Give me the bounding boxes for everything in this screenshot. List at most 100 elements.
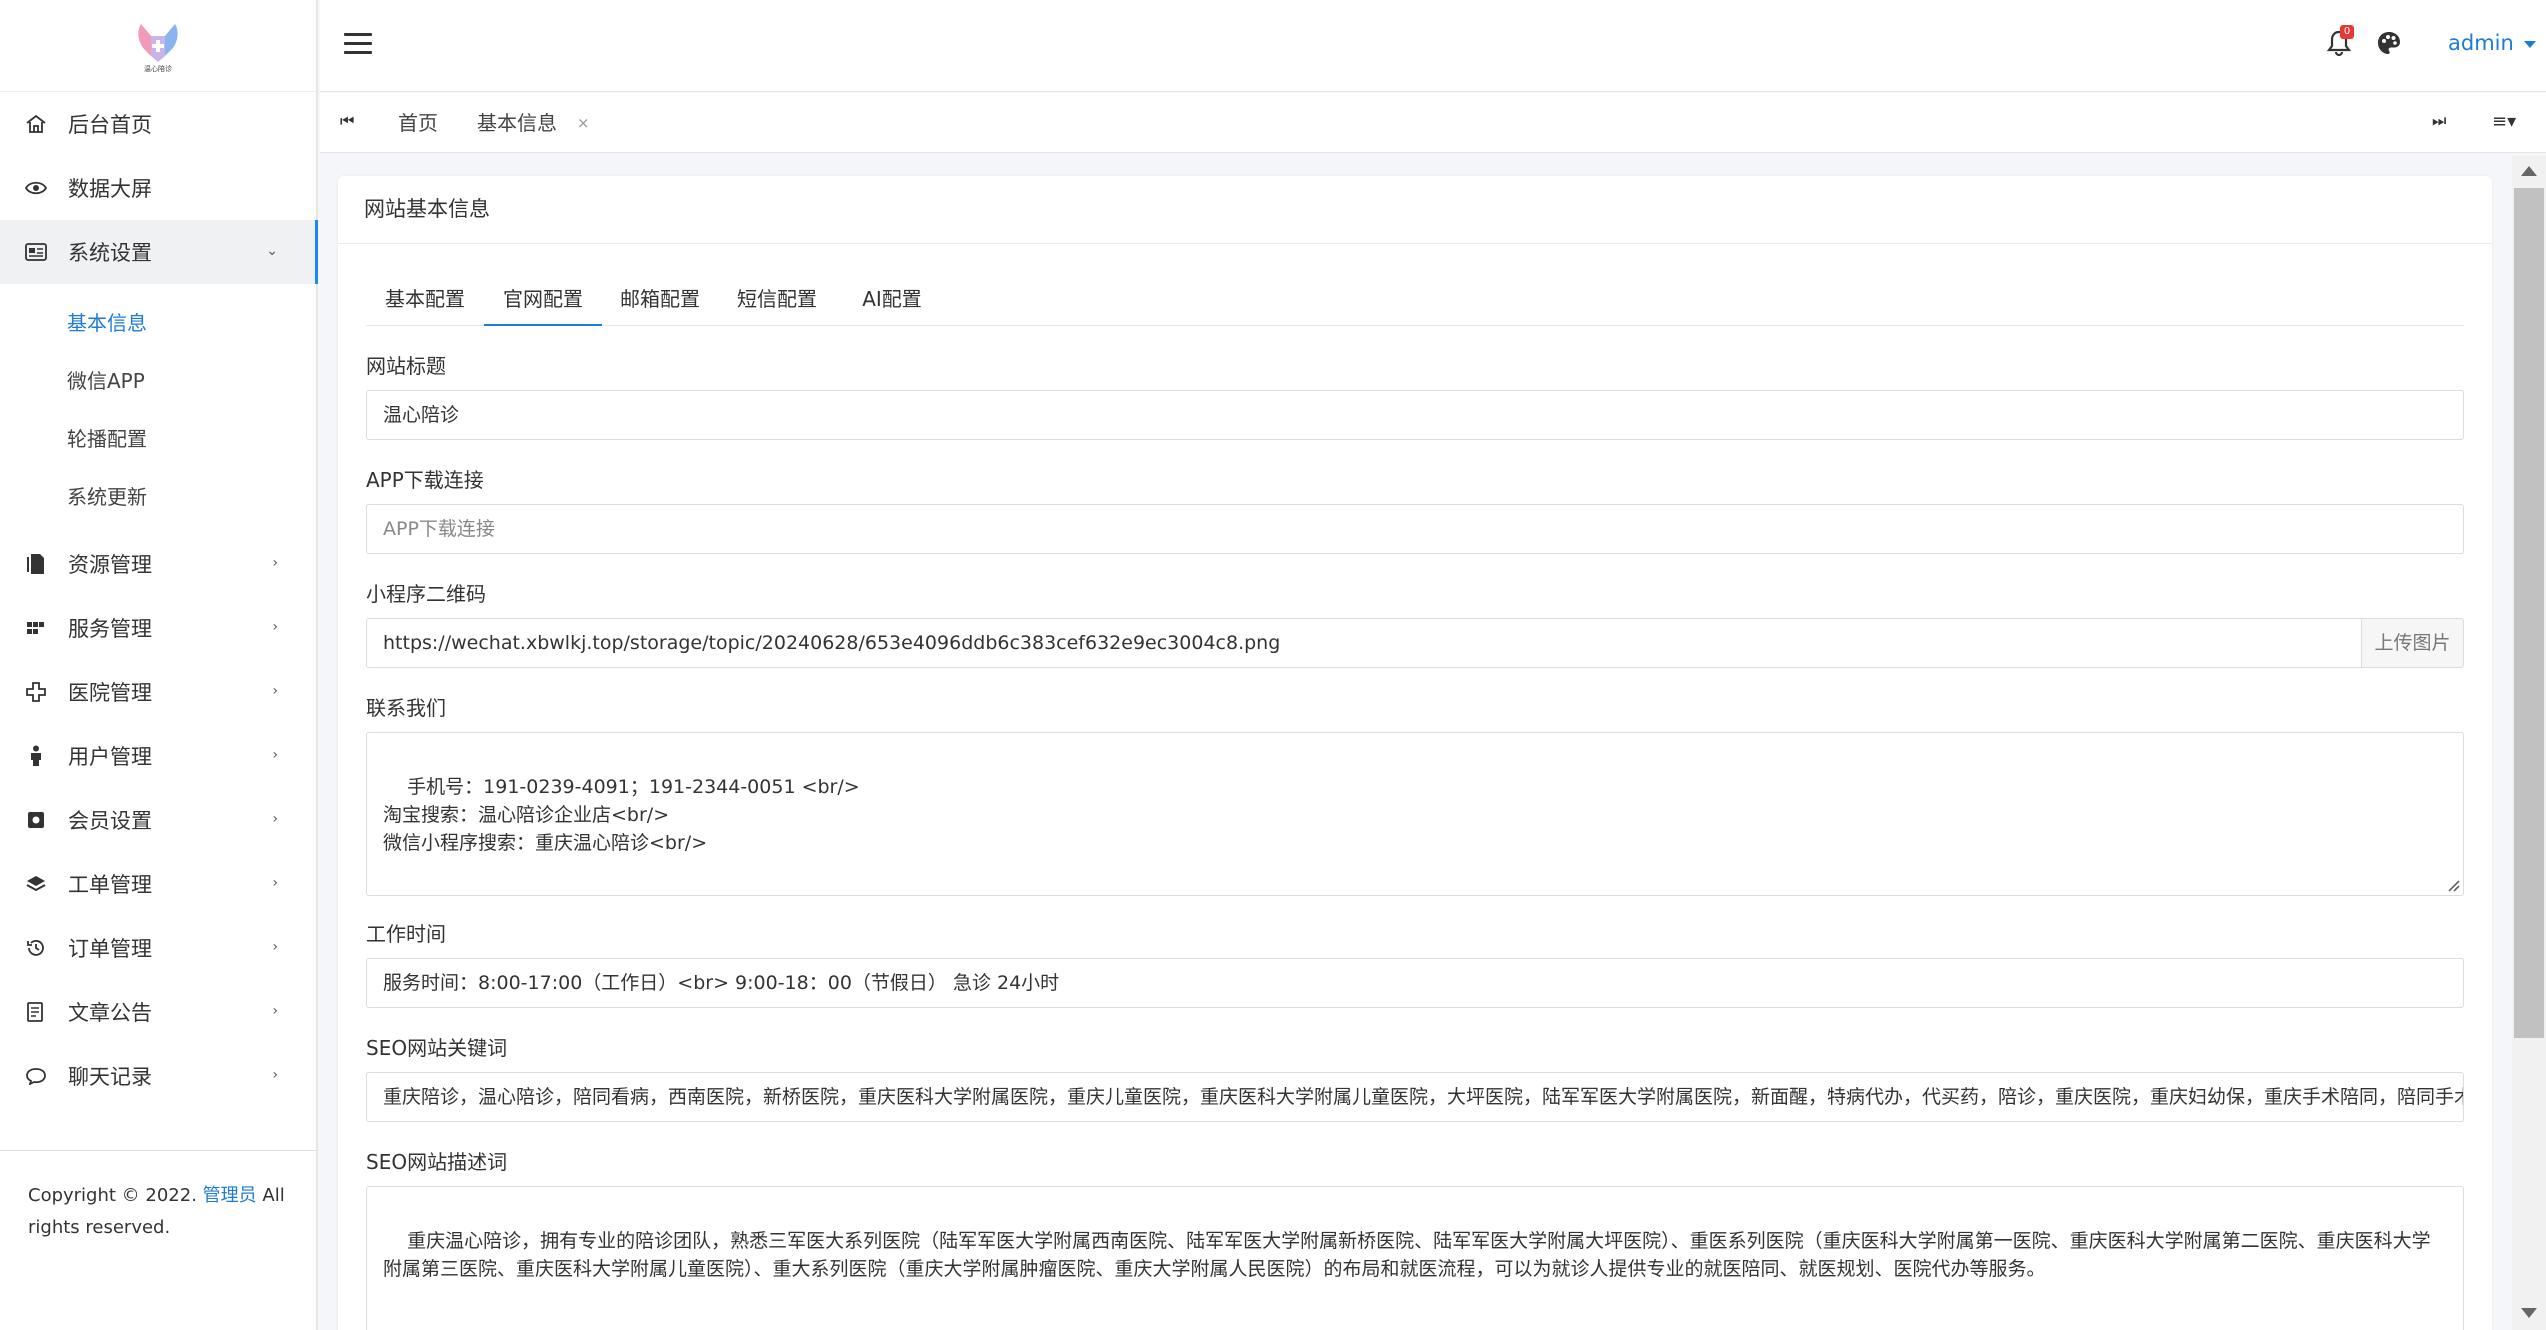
submenu-item-label: 系统更新: [67, 484, 147, 509]
copyright: Copyright © 2022. 管理员 All rights reserve…: [28, 1180, 288, 1244]
plus-icon: [24, 680, 48, 704]
site-title-input[interactable]: 温心陪诊: [366, 390, 2464, 440]
scroll-tabs-left-icon[interactable]: ⏮: [340, 111, 354, 131]
file-icon: [24, 552, 48, 576]
sidebar-item-label: 医院管理: [68, 681, 152, 705]
sidebar-item-label: 订单管理: [68, 937, 152, 961]
scroll-thumb[interactable]: [2514, 188, 2544, 1038]
seo-description-label: SEO网站描述词: [366, 1150, 508, 1174]
user-icon: [24, 744, 48, 768]
form-tabs: 基本配置 官网配置 邮箱配置 短信配置 AI配置: [366, 276, 2464, 326]
sidebar-item-label: 数据大屏: [68, 177, 152, 201]
copyright-link[interactable]: 管理员: [203, 1185, 257, 1206]
seo-description-text: 重庆温心陪诊，拥有专业的陪诊团队，熟悉三军医大系列医院（陆军军医大学附属西南医院…: [383, 1230, 2431, 1280]
sidebar-item-users[interactable]: 用户管理 ›: [0, 724, 316, 788]
user-name: admin: [2448, 31, 2514, 55]
sidebar-item-tickets[interactable]: 工单管理 ›: [0, 852, 316, 916]
logo-icon: 温心陪诊: [138, 23, 178, 72]
chevron-right-icon: ›: [272, 1067, 278, 1084]
sidebar-item-label: 工单管理: [68, 873, 152, 897]
sidebar-item-home[interactable]: 后台首页: [0, 92, 316, 156]
settings-card-icon: [24, 240, 48, 264]
sidebar-item-articles[interactable]: 文章公告 ›: [0, 980, 316, 1044]
tab-ai-config[interactable]: AI配置: [836, 276, 948, 326]
copyright-prefix: Copyright © 2022.: [28, 1185, 203, 1206]
qrcode-label: 小程序二维码: [366, 582, 486, 606]
tab-email-config[interactable]: 邮箱配置: [602, 276, 718, 326]
seo-description-textarea[interactable]: 重庆温心陪诊，拥有专业的陪诊团队，熟悉三军医大系列医院（陆军军医大学附属西南医院…: [366, 1186, 2464, 1330]
sidebar-item-hospitals[interactable]: 医院管理 ›: [0, 660, 316, 724]
sidebar-item-orders[interactable]: 订单管理 ›: [0, 916, 316, 980]
settings-submenu: 基本信息 微信APP 轮播配置 系统更新: [0, 284, 316, 532]
app-link-input[interactable]: APP下载连接: [366, 504, 2464, 554]
tab-website-config[interactable]: 官网配置: [484, 276, 602, 326]
eye-icon: [24, 176, 48, 200]
chevron-right-icon: ›: [272, 875, 278, 892]
submenu-item-label: 轮播配置: [67, 426, 147, 451]
sidebar-item-label: 文章公告: [68, 1001, 152, 1025]
grid-icon: [24, 616, 48, 640]
close-tab-icon[interactable]: ×: [577, 93, 590, 153]
article-icon: [24, 1000, 48, 1024]
sidebar-item-label: 后台首页: [68, 113, 152, 137]
submenu-item-system-update[interactable]: 系统更新: [0, 466, 316, 524]
logo-text: 温心陪诊: [144, 64, 172, 72]
chat-icon: [24, 1064, 48, 1088]
sidebar-item-label: 系统设置: [68, 241, 152, 265]
sidebar-item-label: 服务管理: [68, 617, 152, 641]
page-scrollbar[interactable]: [2512, 156, 2546, 1330]
tab-home[interactable]: 首页: [398, 93, 438, 153]
submenu-item-basic-info[interactable]: 基本信息: [0, 292, 316, 350]
tabs-menu-icon[interactable]: ≡▾: [2492, 111, 2516, 132]
palette-icon[interactable]: [2376, 30, 2402, 56]
scroll-down-icon[interactable]: [2521, 1308, 2537, 1318]
seo-keywords-input[interactable]: 重庆陪诊，温心陪诊，陪同看病，西南医院，新桥医院，重庆医科大学附属医院，重庆儿童…: [366, 1072, 2464, 1122]
qrcode-url-input[interactable]: https://wechat.xbwlkj.top/storage/topic/…: [366, 618, 2362, 668]
history-icon: [24, 936, 48, 960]
sidebar-item-resources[interactable]: 资源管理 ›: [0, 532, 316, 596]
app-link-label: APP下载连接: [366, 468, 484, 492]
sidebar-item-settings[interactable]: 系统设置 ⌄: [0, 220, 318, 284]
submenu-item-label: 微信APP: [67, 368, 145, 393]
menu-toggle-icon[interactable]: [344, 33, 372, 55]
top-header: 0 admin: [320, 0, 2546, 92]
chevron-right-icon: ›: [272, 1003, 278, 1020]
sidebar-item-services[interactable]: 服务管理 ›: [0, 596, 316, 660]
sidebar-item-dashboard[interactable]: 数据大屏: [0, 156, 316, 220]
seo-keywords-label: SEO网站关键词: [366, 1036, 508, 1060]
work-hours-input[interactable]: 服务时间：8:00-17:00（工作日）<br> 9:00-18：00（节假日）…: [366, 958, 2464, 1008]
tab-basic-config[interactable]: 基本配置: [366, 276, 484, 326]
sidebar-item-membership[interactable]: 会员设置 ›: [0, 788, 316, 852]
sidebar-item-label: 会员设置: [68, 809, 152, 833]
work-hours-label: 工作时间: [366, 922, 446, 946]
upload-image-button[interactable]: 上传图片: [2361, 618, 2464, 668]
sidebar-divider: [0, 1150, 316, 1151]
caret-down-icon: [2523, 40, 2536, 48]
scroll-up-icon[interactable]: [2521, 166, 2537, 176]
submenu-item-label: 基本信息: [67, 310, 147, 335]
scroll-tabs-right-icon[interactable]: ⏭: [2432, 111, 2446, 131]
chevron-right-icon: ›: [272, 555, 278, 572]
page-tabs: ⏮ 首页 基本信息 × ⏭ ≡▾: [320, 93, 2546, 153]
user-menu[interactable]: admin: [2448, 31, 2536, 55]
settings-card: 网站基本信息 基本配置 官网配置 邮箱配置 短信配置 AI配置 网站标题 温心陪…: [338, 176, 2492, 1330]
layers-icon: [24, 872, 48, 896]
submenu-item-wechat-app[interactable]: 微信APP: [0, 350, 316, 408]
sidebar-menu: 后台首页 数据大屏 系统设置 ⌄: [0, 92, 318, 284]
sidebar-item-label: 聊天记录: [68, 1065, 152, 1089]
card-title: 网站基本信息: [338, 176, 2492, 244]
contact-text: 手机号：191-0239-4091；191-2344-0051 <br/> 淘宝…: [383, 776, 860, 854]
chevron-right-icon: ›: [272, 683, 278, 700]
submenu-item-carousel[interactable]: 轮播配置: [0, 408, 316, 466]
sidebar: 温心陪诊 后台首页 数据大屏 系统设置 ⌄ 基本信息 微信APP 轮播配置 系统…: [0, 0, 318, 1330]
resize-handle-icon[interactable]: [2446, 878, 2460, 892]
chevron-right-icon: ›: [272, 811, 278, 828]
tab-sms-config[interactable]: 短信配置: [718, 276, 836, 326]
chevron-right-icon: ›: [272, 619, 278, 636]
contact-textarea[interactable]: 手机号：191-0239-4091；191-2344-0051 <br/> 淘宝…: [366, 732, 2464, 896]
sidebar-item-chat[interactable]: 聊天记录 ›: [0, 1044, 316, 1108]
notification-badge: 0: [2340, 25, 2354, 39]
logo[interactable]: 温心陪诊: [0, 0, 316, 92]
tab-basic-info[interactable]: 基本信息: [477, 93, 557, 153]
sidebar-menu-lower: 资源管理 › 服务管理 › 医院管理 › 用户管理 › 会员设置 › 工单管理 …: [0, 532, 316, 1108]
